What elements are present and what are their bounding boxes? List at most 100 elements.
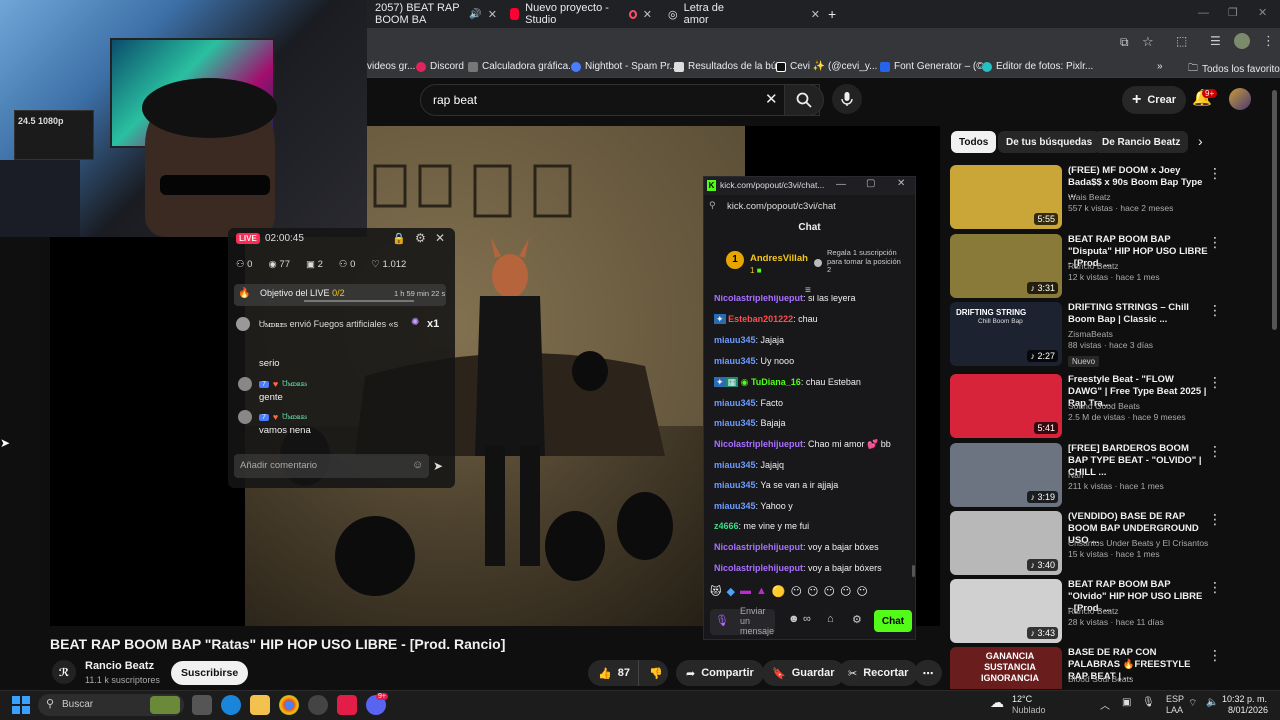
taskbar-search[interactable]: ⚲ Buscar	[38, 694, 184, 716]
volume-icon[interactable]: 🔈	[1206, 697, 1218, 708]
chip-from-channel[interactable]: De Rancio Beatz	[1094, 131, 1189, 153]
bookmark-item[interactable]: Cevi ✨ (@cevi_y...	[776, 61, 877, 72]
emote-icon[interactable]: ◆	[726, 585, 734, 598]
chevron-right-icon[interactable]: ›	[1198, 133, 1203, 149]
more-vertical-icon[interactable]: ⋮	[1208, 302, 1222, 319]
send-chat-button[interactable]: Chat	[874, 610, 912, 632]
send-icon[interactable]: ➤	[433, 459, 443, 473]
more-actions-button[interactable]: ⋯	[914, 660, 942, 686]
channel-name[interactable]: Rancio Beatz	[85, 660, 154, 672]
emote-icon[interactable]: ▬	[740, 585, 751, 598]
microphone-icon[interactable]: 🎙	[715, 614, 729, 627]
chat-username[interactable]: Nicolastriplehijueput	[714, 439, 803, 449]
bookmarks-overflow-icon[interactable]: »	[1157, 61, 1163, 72]
task-view-icon[interactable]	[192, 695, 212, 715]
emote-icon[interactable]: 😶	[823, 585, 834, 598]
settings-icon[interactable]: ⚙	[852, 613, 862, 626]
chat-username[interactable]: miauu345	[714, 480, 756, 490]
clear-search-icon[interactable]: ✕	[765, 90, 778, 108]
all-bookmarks[interactable]: 🗀 Todos los favoritos	[1188, 61, 1280, 78]
chip-all[interactable]: Todos	[951, 131, 997, 153]
cast-icon[interactable]: ⧉	[1120, 35, 1129, 50]
bookmark-item[interactable]: Nightbot - Spam Pr...	[571, 61, 678, 72]
site-info-icon[interactable]: ⚲	[709, 200, 716, 211]
recommendation-item[interactable]: 5:55 (FREE) MF DOOM x Joey Bada$$ x 90s …	[950, 165, 1270, 229]
more-vertical-icon[interactable]: ⋮	[1208, 511, 1222, 528]
bookmark-item[interactable]: videos gr...	[367, 61, 415, 72]
close-icon[interactable]: ✕	[488, 8, 497, 21]
infinity-icon[interactable]: ∞	[803, 613, 811, 625]
new-tab-button[interactable]: +	[820, 2, 836, 26]
create-button[interactable]: + Crear	[1122, 86, 1187, 114]
save-button[interactable]: 🔖 Guardar	[762, 660, 845, 686]
clock-date[interactable]: 8/01/2026	[1228, 705, 1268, 715]
chat-username[interactable]: Nicolastriplehijueput	[714, 295, 803, 303]
voice-search-button[interactable]	[832, 84, 862, 114]
share-button[interactable]: ➦ Compartir	[676, 660, 764, 686]
emote-icon[interactable]: 😶	[840, 585, 851, 598]
like-button[interactable]: 👍 87	[588, 660, 638, 686]
tab-letra[interactable]: ◎ Letra de amor ✕	[660, 2, 820, 26]
more-vertical-icon[interactable]: ⋮	[1208, 234, 1222, 251]
chat-username[interactable]: miauu345	[714, 501, 756, 511]
windows-start-icon[interactable]	[12, 696, 30, 714]
chat-username[interactable]: miauu345	[714, 460, 756, 470]
menu-dots-icon[interactable]: ⋮	[1262, 33, 1275, 49]
subscribe-button[interactable]: Suscribirse	[171, 661, 249, 685]
close-icon[interactable]: ✕	[435, 231, 445, 245]
search-box[interactable]: ✕	[420, 84, 820, 116]
emote-icon[interactable]: 😶	[856, 585, 867, 598]
bookmark-item[interactable]: Font Generator – (©...	[880, 61, 992, 72]
emote-icon[interactable]: 😻	[710, 585, 721, 598]
minimize-icon[interactable]: —	[836, 179, 846, 190]
more-vertical-icon[interactable]: ⋮	[1208, 374, 1222, 391]
dislike-button[interactable]: 👎	[638, 660, 668, 686]
bookmark-item[interactable]: Discord	[416, 61, 464, 72]
window-close-icon[interactable]: ✕	[1258, 6, 1267, 19]
live-goal-bar[interactable]: 🔥 Objetivo del LIVE 0/2 1 h 59 min 22 s	[234, 284, 446, 306]
chat-username[interactable]: miauu345	[714, 398, 756, 408]
store-icon[interactable]: ⌂	[827, 613, 834, 625]
emoji-icon[interactable]: ☻	[788, 613, 800, 625]
gift-promo[interactable]: Regala 1 suscripción para tomar la posic…	[827, 248, 907, 275]
chat-username[interactable]: TuDiana_16	[751, 377, 801, 387]
search-button[interactable]	[784, 84, 824, 116]
wifi-icon[interactable]: ⌔	[1188, 697, 1197, 710]
close-icon[interactable]: ✕	[897, 178, 905, 189]
close-icon[interactable]: ✕	[643, 8, 652, 21]
capcut-icon[interactable]	[337, 695, 357, 715]
more-vertical-icon[interactable]: ⋮	[1208, 647, 1222, 664]
tray-app-icon[interactable]: ▣	[1122, 697, 1131, 708]
edge-icon[interactable]	[221, 695, 241, 715]
emote-icon[interactable]: 🟡	[772, 585, 786, 598]
recommendation-item[interactable]: ♪ 3:40 (VENDIDO) BASE DE RAP BOOM BAP UN…	[950, 511, 1270, 575]
scrollbar[interactable]	[912, 565, 915, 577]
language-code[interactable]: ESP	[1166, 694, 1184, 704]
tab-youtube[interactable]: 2057) BEAT RAP BOOM BA 🔊 ✕	[367, 2, 497, 26]
emote-icon[interactable]: ▲	[756, 585, 767, 598]
account-avatar[interactable]	[1229, 88, 1251, 110]
emote-icon[interactable]: 😶	[791, 585, 802, 598]
chat-username[interactable]: Esteban201222	[728, 314, 793, 324]
extensions-icon[interactable]: ⬚	[1176, 34, 1187, 48]
maximize-icon[interactable]: ▢	[866, 178, 875, 189]
chat-username[interactable]: miauu345	[714, 335, 756, 345]
emoji-icon[interactable]: ☺	[412, 459, 423, 471]
channel-avatar[interactable]: ℛ	[52, 660, 76, 684]
chat-username[interactable]: miauu345	[714, 356, 756, 366]
reading-list-icon[interactable]: ☰	[1210, 34, 1221, 48]
clock-time[interactable]: 10:32 p. m.	[1222, 694, 1267, 704]
tab-studio[interactable]: Nuevo proyecto - Studio ✕	[502, 2, 652, 26]
close-icon[interactable]: ✕	[811, 8, 820, 21]
recommendation-item[interactable]: DRIFTING STRING Chill Boom Bap ♪ 2:27 DR…	[950, 302, 1270, 367]
obs-icon[interactable]	[308, 695, 328, 715]
chat-input[interactable]: 🎙 Enviar un mensaje	[710, 606, 775, 636]
recommendation-item[interactable]: ♪ 3:43 BEAT RAP BOOM BAP "Olvido" HIP HO…	[950, 579, 1270, 643]
more-vertical-icon[interactable]: ⋮	[1208, 443, 1222, 460]
maximize-icon[interactable]: ❐	[1228, 6, 1238, 19]
lock-icon[interactable]: 🔒	[392, 232, 406, 245]
minimize-icon[interactable]: —	[1198, 7, 1209, 19]
chat-username[interactable]: miauu345	[714, 418, 756, 428]
star-icon[interactable]: ☆	[1142, 34, 1154, 50]
settings-icon[interactable]: ⚙	[415, 231, 426, 245]
